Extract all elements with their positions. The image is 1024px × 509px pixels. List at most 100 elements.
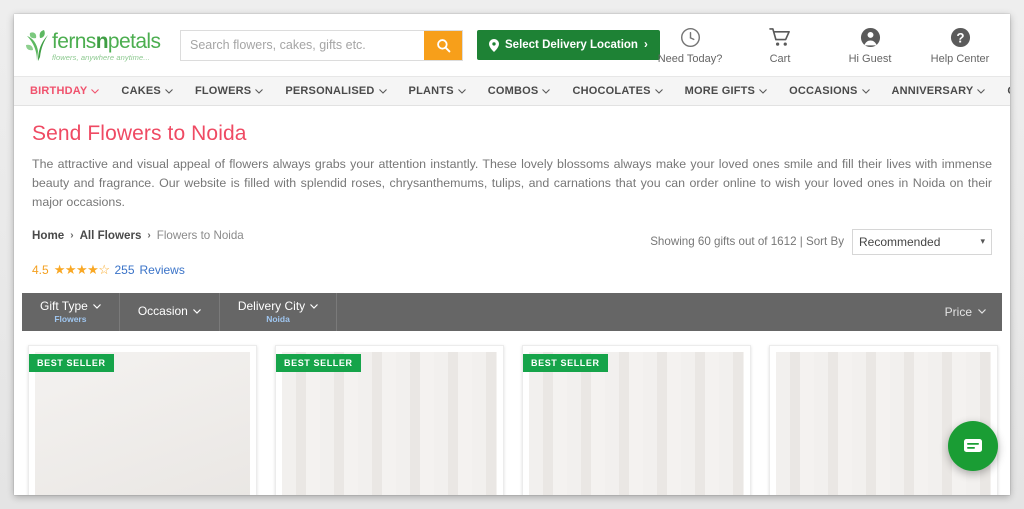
delivery-location-label: Select Delivery Location (505, 39, 638, 51)
site-logo[interactable]: fernsnpetals flowers, anywhere anytime..… (24, 27, 164, 63)
sort-controls: Showing 60 gifts out of 1612 | Sort By R… (650, 228, 992, 255)
main-navigation: BIRTHDAY CAKES FLOWERS PERSONALISED PLAN… (14, 76, 1010, 106)
chevron-down-icon (378, 88, 387, 94)
header-action-label: Need Today? (657, 53, 723, 65)
filter-label: Delivery City (237, 299, 306, 314)
best-seller-badge: BEST SELLER (523, 353, 608, 372)
site-header: fernsnpetals flowers, anywhere anytime..… (14, 14, 1010, 76)
select-delivery-location-button[interactable]: Select Delivery Location › (477, 30, 660, 60)
chevron-down-icon: ▾ (980, 236, 985, 247)
search-button[interactable] (424, 30, 462, 60)
product-card-yellow-lily-bouquet[interactable] (769, 344, 998, 495)
nav-label: ANNIVERSARY (891, 85, 974, 97)
search-box (180, 29, 463, 61)
nav-item-chocolates[interactable]: CHOCOLATES (572, 85, 675, 97)
showing-count-label: Showing 60 gifts out of 1612 | Sort By (650, 235, 844, 249)
filter-gift-type[interactable]: Gift Type Flowers (22, 292, 120, 331)
product-image-red-roses-with-cake (529, 351, 744, 495)
chevron-down-icon (542, 88, 551, 94)
chevron-down-icon (92, 303, 101, 309)
breadcrumb-separator: › (70, 229, 74, 241)
header-action-label: Cart (769, 53, 791, 65)
page-title: Send Flowers to Noida (32, 122, 247, 145)
nav-item-birthday[interactable]: BIRTHDAY (30, 85, 112, 97)
nav-label: BIRTHDAY (30, 85, 88, 97)
reviews-link[interactable]: Reviews (140, 263, 185, 277)
header-actions: Need Today? Cart Hi Guest ? Help Center (658, 26, 992, 65)
nav-item-more-gifts[interactable]: MORE GIFTS (685, 85, 780, 97)
header-action-label: Help Center (930, 53, 990, 65)
breadcrumb-all-flowers[interactable]: All Flowers (80, 229, 142, 242)
logo-part-n: n (95, 29, 109, 53)
location-pin-icon (489, 38, 499, 52)
breadcrumb-current: Flowers to Noida (156, 228, 244, 242)
best-seller-badge: BEST SELLER (29, 353, 114, 372)
chevron-down-icon (91, 88, 100, 94)
chevron-down-icon (977, 88, 986, 94)
filter-occasion[interactable]: Occasion (120, 292, 220, 331)
nav-label: FLOWERS (194, 85, 252, 97)
filter-price[interactable]: Price (945, 293, 986, 331)
product-image-yellow-lily-bouquet (776, 351, 991, 495)
nav-item-cakes[interactable]: CAKES (121, 85, 186, 97)
page-description: The attractive and visual appeal of flow… (32, 157, 992, 210)
header-action-need-today[interactable]: Need Today? (658, 26, 722, 65)
product-image-red-rose-bouquet (35, 351, 250, 495)
nav-label: PERSONALISED (285, 85, 375, 97)
delivery-arrow: › (643, 39, 648, 51)
clock-icon (680, 26, 701, 48)
search-input[interactable] (181, 30, 424, 60)
chevron-down-icon (654, 88, 663, 94)
page-intro: Send Flowers to Noida The attractive and… (14, 106, 1010, 213)
nav-item-personalised[interactable]: PERSONALISED (285, 85, 399, 97)
nav-item-flowers[interactable]: FLOWERS (195, 85, 276, 97)
logo-part-petals: petals (107, 29, 161, 53)
search-icon (436, 38, 450, 52)
breadcrumb-home[interactable]: Home (32, 229, 64, 242)
nav-item-anniversary[interactable]: ANNIVERSARY (892, 85, 999, 97)
nav-item-plants[interactable]: PLANTS (409, 85, 479, 97)
nav-label: MORE GIFTS (684, 85, 756, 97)
filter-label: Occasion (137, 304, 188, 319)
header-action-cart[interactable]: Cart (748, 26, 812, 65)
chevron-down-icon (165, 88, 173, 94)
filter-occasion-top: Occasion (138, 304, 201, 318)
product-card-teddy-chocolate-bouquet[interactable]: BEST SELLER (275, 344, 504, 495)
nav-label: CHOCOLATES (572, 85, 651, 97)
chevron-down-icon (457, 88, 466, 94)
nav-item-occasions[interactable]: OCCASIONS (789, 85, 882, 97)
nav-item-global[interactable]: GLOBAL (1007, 85, 1010, 97)
product-card-red-rose-bouquet[interactable]: BEST SELLER (28, 344, 257, 495)
user-account-icon (860, 26, 881, 48)
chat-widget-button[interactable] (948, 421, 998, 471)
chevron-down-icon (978, 309, 986, 315)
nav-label: PLANTS (408, 85, 454, 97)
sort-by-select[interactable]: Recommended ▾ (852, 228, 992, 255)
filter-delivery-city-top: Delivery City (237, 299, 319, 314)
svg-text:?: ? (956, 30, 964, 45)
logo-tagline: flowers, anywhere anytime... (52, 52, 150, 62)
filter-delivery-city-value: Noida (266, 314, 290, 325)
filter-gift-type-value: Flowers (54, 314, 87, 325)
nav-item-combos[interactable]: COMBOS (488, 85, 564, 97)
help-question-icon: ? (950, 26, 971, 48)
nav-label: CAKES (121, 85, 161, 97)
chevron-down-icon (255, 88, 264, 94)
rating-stars-icon: ★★★★☆ (53, 261, 110, 277)
header-action-label: Hi Guest (848, 53, 892, 65)
header-action-account[interactable]: Hi Guest (838, 26, 902, 65)
nav-label: GLOBAL (1007, 85, 1010, 97)
breadcrumb: Home › All Flowers › Flowers to Noida (32, 229, 244, 242)
chevron-down-icon (192, 308, 201, 314)
filter-gift-type-top: Gift Type (40, 299, 101, 313)
review-count: 255 (114, 262, 135, 277)
filter-bar: Gift Type Flowers Occasion Delivery City… (22, 292, 1002, 331)
product-card-red-roses-with-cake[interactable]: BEST SELLER (522, 344, 751, 495)
shopping-cart-icon (769, 26, 791, 48)
nav-label: COMBOS (487, 85, 539, 97)
chevron-down-icon (861, 88, 870, 94)
header-action-help-center[interactable]: ? Help Center (928, 26, 992, 65)
logo-part-ferns: ferns (52, 29, 96, 53)
logo-wordmark: fernsnpetals (52, 29, 161, 53)
filter-delivery-city[interactable]: Delivery City Noida (220, 292, 338, 331)
